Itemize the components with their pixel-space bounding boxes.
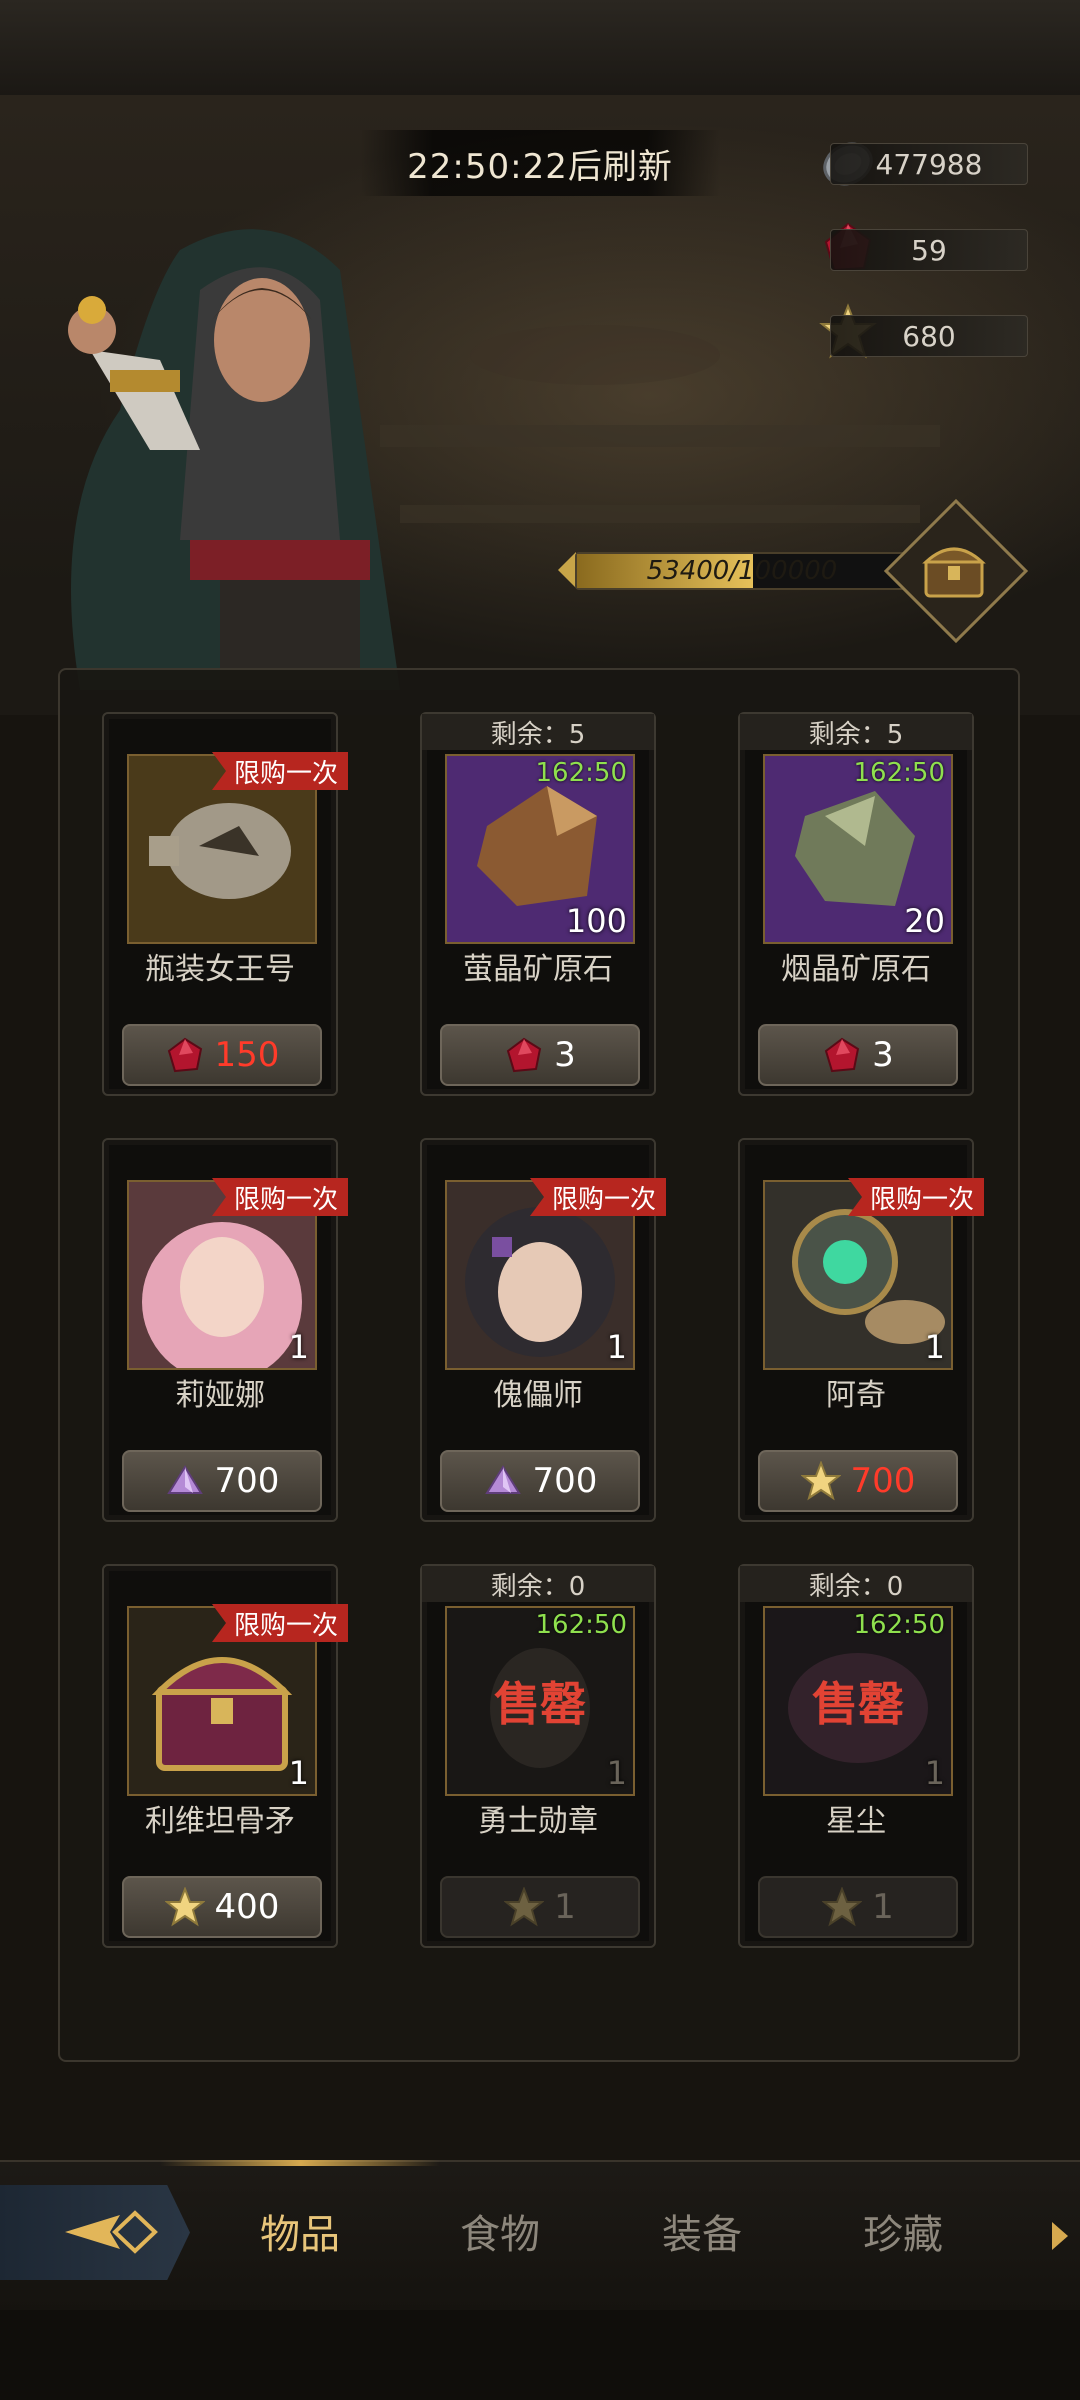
item-thumbnail: 售罄 162:50 1 [445, 1606, 635, 1796]
ruby-gem-icon [504, 1035, 544, 1075]
remaining-count: 剩余：5 [740, 714, 972, 750]
sold-out-label: 售罄 [494, 1677, 586, 1731]
buy-button[interactable]: 1 [440, 1876, 640, 1938]
remaining-count: 剩余：0 [740, 1566, 972, 1602]
ruby-gem-icon [165, 1035, 205, 1075]
item-timer: 162:50 [535, 758, 627, 788]
sold-out-label: 售罄 [812, 1677, 904, 1731]
item-name: 瓶装女王号 [145, 952, 295, 987]
item-thumbnail: 162:50 100 [445, 754, 635, 944]
item-price: 150 [214, 1035, 280, 1075]
item-quantity: 1 [606, 1754, 627, 1792]
item-quantity: 1 [288, 1754, 309, 1792]
item-thumbnail: 售罄 162:50 1 [763, 1606, 953, 1796]
remaining-count: 剩余：0 [422, 1566, 654, 1602]
shop-item-card[interactable]: 1 限购一次阿奇 700 [738, 1138, 984, 1522]
merchant-portrait [68, 229, 400, 690]
item-quantity: 100 [565, 902, 627, 940]
buy-button[interactable]: 3 [758, 1024, 958, 1086]
item-price: 700 [214, 1461, 280, 1501]
shop-item-card[interactable]: 1 限购一次莉娅娜 700 [102, 1138, 348, 1522]
tab-food[interactable]: 食物 [430, 2205, 570, 2265]
item-quantity: 1 [924, 1328, 945, 1366]
buy-button[interactable]: 400 [122, 1876, 322, 1938]
gold-star-icon [164, 1887, 205, 1927]
buy-button[interactable]: 3 [440, 1024, 640, 1086]
buy-button[interactable]: 700 [758, 1450, 958, 1512]
item-price: 3 [554, 1035, 576, 1075]
gold-star-icon [822, 1887, 863, 1927]
item-name: 勇士勋章 [478, 1804, 598, 1839]
item-timer: 162:50 [853, 1610, 945, 1640]
back-arrow-icon [65, 2210, 158, 2254]
reward-progress-bar: 53400/100000 [575, 552, 909, 590]
shop-item-card[interactable]: 1 限购一次傀儡师 700 [420, 1138, 666, 1522]
item-name: 傀儡师 [493, 1378, 583, 1413]
limit-once-badge: 限购一次 [211, 1604, 348, 1642]
active-tab-indicator [160, 2160, 440, 2166]
item-name: 莉娅娜 [175, 1378, 265, 1413]
buy-button[interactable]: 700 [440, 1450, 640, 1512]
shop-item-card[interactable]: 1 限购一次利维坦骨矛 400 [102, 1564, 348, 1948]
item-price: 700 [532, 1461, 598, 1501]
item-price: 400 [214, 1887, 280, 1927]
item-price: 3 [872, 1035, 894, 1075]
ruby-currency-value: 59 [830, 229, 1028, 271]
star-currency-value: 680 [830, 315, 1028, 357]
item-thumbnail: 162:50 20 [763, 754, 953, 944]
tab-items[interactable]: 物品 [230, 2205, 370, 2265]
progress-arrow [558, 552, 576, 588]
footer-frame [0, 2310, 1080, 2400]
item-name: 利维坦骨矛 [145, 1804, 295, 1839]
refresh-timer: 22:50:22后刷新 [360, 130, 720, 196]
item-price: 1 [872, 1887, 894, 1927]
item-timer: 162:50 [535, 1610, 627, 1640]
shop-item-card[interactable]: 限购一次瓶装女王号 150 [102, 712, 348, 1096]
item-timer: 162:50 [853, 758, 945, 788]
item-name: 阿奇 [826, 1378, 886, 1413]
treasure-chest-icon [922, 547, 986, 598]
item-quantity: 20 [904, 902, 945, 940]
item-price: 1 [554, 1887, 576, 1927]
gold-star-icon [504, 1887, 545, 1927]
next-tab-arrow-icon[interactable] [1052, 2222, 1068, 2250]
buy-button[interactable]: 700 [122, 1450, 322, 1512]
limit-once-badge: 限购一次 [847, 1178, 984, 1216]
item-quantity: 1 [606, 1328, 627, 1366]
buy-button[interactable]: 1 [758, 1876, 958, 1938]
purple-crystal-icon [165, 1461, 205, 1501]
gold-star-icon [800, 1461, 841, 1501]
top-bar [0, 0, 1080, 97]
limit-once-badge: 限购一次 [211, 1178, 348, 1216]
shop-item-card[interactable]: 剩余：0 售罄 162:50 1 勇士勋章 1 [420, 1564, 656, 1948]
item-quantity: 1 [288, 1328, 309, 1366]
limit-once-badge: 限购一次 [211, 752, 348, 790]
tab-equipment[interactable]: 装备 [632, 2205, 772, 2265]
ruby-gem-icon [822, 1035, 862, 1075]
silver-currency-value: 477988 [830, 143, 1028, 185]
purple-crystal-icon [483, 1461, 523, 1501]
item-name: 烟晶矿原石 [781, 952, 931, 987]
item-name: 萤晶矿原石 [463, 952, 613, 987]
shop-item-card[interactable]: 剩余：5 162:50 100 萤晶矿原石 3 [420, 712, 656, 1096]
limit-once-badge: 限购一次 [529, 1178, 666, 1216]
remaining-count: 剩余：5 [422, 714, 654, 750]
item-name: 星尘 [826, 1804, 886, 1839]
shop-item-card[interactable]: 剩余：5 162:50 20 烟晶矿原石 3 [738, 712, 974, 1096]
buy-button[interactable]: 150 [122, 1024, 322, 1086]
progress-text: 53400/100000 [646, 556, 838, 586]
tab-collection[interactable]: 珍藏 [833, 2205, 973, 2265]
item-quantity: 1 [924, 1754, 945, 1792]
item-price: 700 [850, 1461, 916, 1501]
shop-item-card[interactable]: 剩余：0 售罄 162:50 1 星尘 1 [738, 1564, 974, 1948]
